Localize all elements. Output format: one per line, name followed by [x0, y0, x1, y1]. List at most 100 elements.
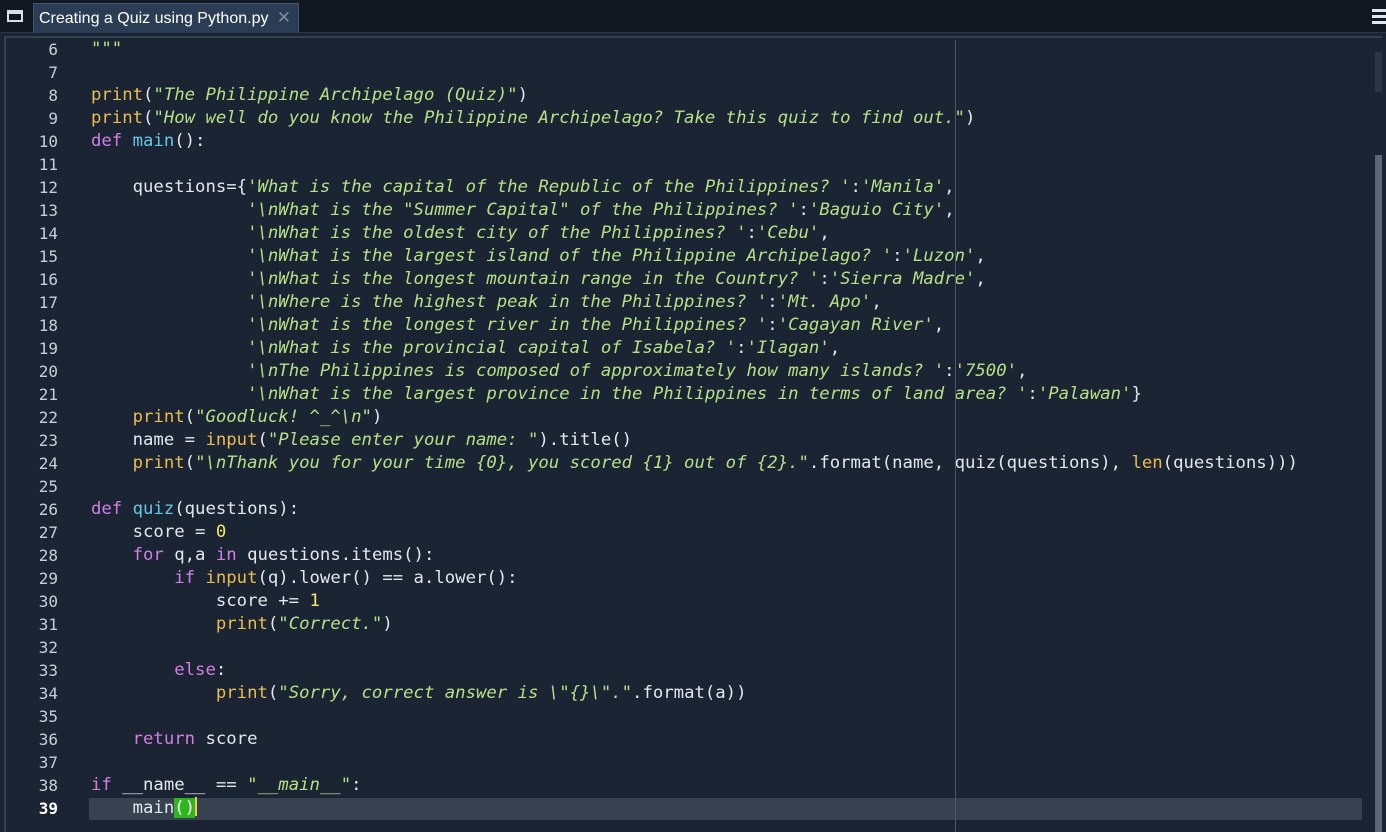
code-editor[interactable]: 6 7 8 9 10 11 12 13 14 15 16 17 18 19 20 21 22 23 24 25 26 27…	[4, 36, 1382, 832]
code-line[interactable]: main()	[91, 797, 198, 820]
code-token: ,	[975, 269, 986, 289]
code-line[interactable]: '\nWhat is the longest river in the Phil…	[91, 314, 944, 337]
line-number: 35	[38, 707, 58, 726]
line-number: 25	[38, 477, 58, 496]
code-line[interactable]: for q,a in questions.items():	[91, 544, 435, 567]
code-token: ,	[944, 177, 955, 197]
code-token: "\nThank you for your time {0}, you scor…	[195, 453, 809, 473]
code-token: main	[91, 798, 175, 818]
code-token: ,	[975, 246, 986, 266]
code-token: '\nWhere is the highest peak in the Phil…	[247, 292, 768, 312]
tab-title: Creating a Quiz using Python.py	[39, 9, 269, 27]
code-token: 'Luzon'	[902, 246, 976, 266]
line-number: 15	[38, 247, 58, 266]
line-number: 36	[38, 730, 58, 749]
code-token: :	[850, 177, 861, 197]
code-token: 'Cagayan River'	[777, 315, 934, 335]
code-line[interactable]: '\nWhat is the longest mountain range in…	[91, 268, 986, 291]
code-line[interactable]: score += 1	[91, 590, 320, 613]
margin-guide	[955, 40, 956, 832]
code-line[interactable]: print("\nThank you for your time {0}, yo…	[91, 452, 1298, 475]
code-token: "Correct."	[278, 614, 383, 634]
code-token: :	[944, 361, 955, 381]
code-token: return	[132, 729, 196, 749]
code-line[interactable]: else:	[91, 659, 226, 682]
code-token: ,	[944, 200, 955, 220]
line-number: 8	[48, 86, 58, 105]
code-line[interactable]: def quiz(questions):	[91, 498, 299, 521]
code-token: def	[91, 131, 123, 151]
code-line[interactable]: return score	[91, 728, 258, 751]
code-token: ()	[174, 798, 196, 818]
code-token: :	[351, 775, 362, 795]
code-token: print	[132, 407, 185, 427]
tab-file[interactable]: Creating a Quiz using Python.py ✕	[33, 3, 299, 33]
code-token: (	[267, 683, 279, 703]
code-token: "Sorry, correct answer is \"{}\"."	[278, 683, 633, 703]
code-token: main	[132, 131, 175, 151]
window-icon[interactable]	[7, 10, 23, 22]
text-caret	[195, 797, 198, 816]
code-line[interactable]: if __name__ == "__main__":	[91, 774, 362, 797]
code-token: questions={	[91, 177, 248, 197]
line-number: 20	[38, 362, 58, 381]
code-token: ,	[933, 315, 945, 335]
line-number: 19	[38, 339, 58, 358]
code-token: :	[767, 292, 778, 312]
code-line[interactable]: print("Sorry, correct answer is \"{}\"."…	[91, 682, 747, 705]
code-token: ).title()	[538, 430, 633, 450]
code-token: "__main__"	[247, 775, 352, 795]
code-token: :	[798, 200, 809, 220]
code-token: .format(a))	[632, 683, 747, 703]
code-line[interactable]: def main():	[91, 130, 205, 153]
close-icon[interactable]: ✕	[277, 10, 291, 27]
code-token: '7500'	[954, 361, 1018, 381]
code-line[interactable]: print("Correct.")	[91, 613, 393, 636]
code-line[interactable]: '\nWhat is the largest province in the P…	[91, 383, 1142, 406]
code-line[interactable]: '\nWhat is the provincial capital of Isa…	[91, 337, 840, 360]
code-token: print	[91, 108, 144, 128]
code-token: )	[371, 407, 383, 427]
code-token: score =	[91, 522, 216, 542]
code-token: '\nWhat is the provincial capital of Isa…	[247, 338, 737, 358]
code-token: print	[91, 85, 144, 105]
code-line[interactable]: """	[91, 38, 122, 61]
code-line[interactable]: '\nWhat is the "Summer Capital" of the P…	[91, 199, 955, 222]
code-line[interactable]: score = 0	[91, 521, 227, 544]
line-number: 37	[38, 753, 58, 772]
code-token: 'Baguio City'	[808, 200, 945, 220]
code-line[interactable]: print("Goodluck! ^_^\n")	[91, 406, 383, 429]
code-token: )	[964, 108, 976, 128]
code-token: '\nThe Philippines is composed of approx…	[247, 361, 945, 381]
hamburger-menu-icon[interactable]	[1372, 9, 1386, 25]
code-line[interactable]: if input(q).lower() == a.lower():	[91, 567, 517, 590]
line-number: 34	[38, 684, 58, 703]
vertical-scrollbar[interactable]	[1375, 155, 1382, 832]
line-number-gutter: 6 7 8 9 10 11 12 13 14 15 16 17 18 19 20 21 22 23 24 25 26 27…	[6, 38, 82, 832]
code-token: 'Palawan'	[1037, 384, 1132, 404]
code-line[interactable]: questions={'What is the capital of the R…	[91, 176, 955, 199]
code-line[interactable]: '\nWhat is the largest island of the Phi…	[91, 245, 986, 268]
code-line[interactable]: '\nThe Philippines is composed of approx…	[91, 360, 1027, 383]
line-number: 14	[38, 224, 58, 243]
line-number: 38	[38, 776, 58, 795]
line-number: 30	[38, 592, 58, 611]
code-line[interactable]: name = input("Please enter your name: ")…	[91, 429, 632, 452]
code-line[interactable]: '\nWhat is the oldest city of the Philip…	[91, 222, 830, 245]
code-line[interactable]: print("How well do you know the Philippi…	[91, 107, 975, 130]
code-area[interactable]: """ print("The Philippine Archipelago (Qu…	[91, 38, 1381, 832]
code-line[interactable]: '\nWhere is the highest peak in the Phil…	[91, 291, 882, 314]
code-token: .format(name, quiz(questions),	[808, 453, 1132, 473]
code-line[interactable]: print("The Philippine Archipelago (Quiz)…	[91, 84, 528, 107]
code-token: 1	[309, 591, 320, 611]
